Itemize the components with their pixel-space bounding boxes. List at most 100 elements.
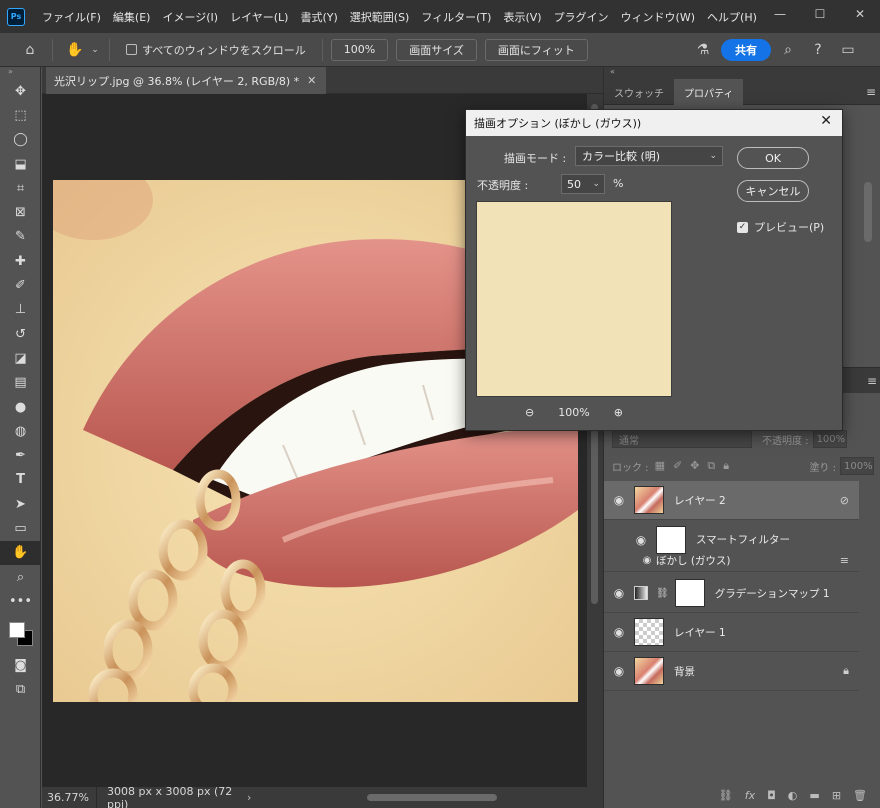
menu-layer[interactable]: レイヤー(L) xyxy=(224,9,294,25)
visibility-eye-icon[interactable]: ◉ xyxy=(604,625,634,639)
preview-checkbox[interactable]: ✓ プレビュー(P) xyxy=(737,219,824,235)
fill-field[interactable]: 100% xyxy=(840,457,874,475)
dodge-tool-icon[interactable]: ◍ xyxy=(0,419,41,443)
zoom-out-icon[interactable]: ⊖ xyxy=(525,406,534,419)
object-select-tool-icon[interactable]: ⬓ xyxy=(0,152,41,176)
scroll-all-windows-checkbox[interactable]: すべてのウィンドウをスクロール xyxy=(126,42,306,58)
horizontal-scroll-thumb[interactable] xyxy=(367,794,497,801)
new-group-icon[interactable]: ▬ xyxy=(809,789,819,802)
close-icon[interactable]: ✕ xyxy=(820,113,832,129)
healing-brush-tool-icon[interactable]: ✚ xyxy=(0,249,41,273)
horizontal-scrollbar[interactable] xyxy=(267,792,587,803)
quick-mask-icon[interactable]: ◙ xyxy=(0,654,41,678)
move-tool-icon[interactable]: ✥ xyxy=(0,79,41,103)
menu-view[interactable]: 表示(V) xyxy=(497,9,547,25)
share-button[interactable]: 共有 xyxy=(721,39,771,61)
checkbox-checked-icon[interactable]: ✓ xyxy=(737,221,748,233)
filter-row[interactable]: ◉ ぼかし (ガウス) ≡ xyxy=(604,550,859,572)
screen-mode-icon[interactable]: ⧉ xyxy=(0,678,41,702)
visibility-eye-icon[interactable]: ◉ xyxy=(638,555,656,566)
link-icon[interactable]: ⛓ xyxy=(656,588,669,599)
chevron-right-icon[interactable]: › xyxy=(247,791,263,804)
checkbox-box[interactable] xyxy=(126,44,137,55)
search-icon[interactable]: ⌕ xyxy=(777,39,799,61)
menu-plugins[interactable]: プラグイン xyxy=(548,9,615,25)
lock-all-icon[interactable]: 🔒︎ xyxy=(723,459,729,473)
delete-layer-icon[interactable]: 🗑︎ xyxy=(853,789,867,802)
chevron-down-icon[interactable]: ⌄ xyxy=(592,179,600,189)
new-layer-icon[interactable]: ⊞ xyxy=(832,789,841,802)
more-tools-icon[interactable]: ••• xyxy=(0,589,41,613)
menu-filter[interactable]: フィルター(T) xyxy=(415,9,497,25)
menu-image[interactable]: イメージ(I) xyxy=(156,9,224,25)
opacity-field[interactable]: 100% xyxy=(812,430,847,448)
menu-select[interactable]: 選択範囲(S) xyxy=(344,9,416,25)
workspace-icon[interactable]: ▭ xyxy=(837,39,859,61)
fx-icon[interactable]: fx xyxy=(745,789,755,802)
filter-options-icon[interactable]: ≡ xyxy=(840,554,849,567)
menu-help[interactable]: ヘルプ(H) xyxy=(701,9,763,25)
type-tool-icon[interactable]: T xyxy=(0,468,41,492)
blend-mode-dropdown[interactable]: カラー比較 (明) ⌄ xyxy=(575,146,723,166)
adjustment-layer-icon[interactable]: ◐ xyxy=(788,789,798,802)
help-icon[interactable]: ? xyxy=(807,39,829,61)
close-icon[interactable]: ✕ xyxy=(307,74,316,87)
properties-scroll-thumb[interactable] xyxy=(864,182,872,242)
panel-menu-icon[interactable]: ≡ xyxy=(866,85,876,99)
menu-file[interactable]: ファイル(F) xyxy=(36,9,107,25)
status-zoom[interactable]: 36.77% xyxy=(42,787,97,808)
lock-artboard-icon[interactable]: ⧉ xyxy=(707,459,715,473)
chevron-down-icon[interactable]: ⌄ xyxy=(89,36,101,64)
filter-preview[interactable] xyxy=(476,201,672,397)
visibility-eye-icon[interactable]: ◉ xyxy=(604,664,634,678)
zoom-100-button[interactable]: 100% xyxy=(330,38,389,61)
lasso-tool-icon[interactable]: ◯ xyxy=(0,128,41,152)
pen-tool-icon[interactable]: ✒ xyxy=(0,443,41,467)
home-icon[interactable]: ⌂ xyxy=(16,36,44,64)
eyedropper-tool-icon[interactable]: ✎ xyxy=(0,225,41,249)
zoom-in-icon[interactable]: ⊕ xyxy=(614,406,623,419)
gradient-tool-icon[interactable]: ▤ xyxy=(0,371,41,395)
fill-screen-button[interactable]: 画面にフィット xyxy=(484,38,588,61)
add-mask-icon[interactable]: ◘ xyxy=(767,789,776,802)
layer-row[interactable]: ◉ レイヤー 1 xyxy=(604,613,859,652)
blend-mode-select[interactable]: 通常 xyxy=(612,430,752,448)
maximize-icon[interactable]: ☐ xyxy=(800,0,840,28)
tab-swatches[interactable]: スウォッチ xyxy=(604,79,674,105)
menu-edit[interactable]: 編集(E) xyxy=(107,9,157,25)
layer-row[interactable]: ◉ レイヤー 2 ⊘ xyxy=(604,481,859,520)
layer-row[interactable]: ◉ 背景 🔒︎ xyxy=(604,652,859,691)
zoom-tool-icon[interactable]: ⌕ xyxy=(0,565,41,589)
lock-pixels-icon[interactable]: ✐ xyxy=(673,459,682,473)
menu-window[interactable]: ウィンドウ(W) xyxy=(615,9,701,25)
link-layers-icon[interactable]: ⛓ xyxy=(719,789,733,802)
visibility-eye-icon[interactable]: ◉ xyxy=(604,586,634,600)
panel-collapse-icon[interactable]: « xyxy=(604,67,880,79)
path-select-tool-icon[interactable]: ➤ xyxy=(0,492,41,516)
document-tab[interactable]: 光沢リップ.jpg @ 36.8% (レイヤー 2, RGB/8) * ✕ xyxy=(46,67,326,94)
hand-tool-preset-icon[interactable]: ✋ xyxy=(61,36,89,64)
fit-screen-button[interactable]: 画面サイズ xyxy=(396,38,477,61)
layer-row[interactable]: ◉ ⛓ グラデーションマップ 1 xyxy=(604,574,859,613)
frame-tool-icon[interactable]: ⊠ xyxy=(0,200,41,224)
ok-button[interactable]: OK xyxy=(737,147,809,169)
collapse-icon[interactable]: » xyxy=(0,67,40,79)
crop-tool-icon[interactable]: ⌗ xyxy=(0,176,41,200)
minimize-icon[interactable]: — xyxy=(760,0,800,28)
menu-type[interactable]: 書式(Y) xyxy=(294,9,343,25)
brush-tool-icon[interactable]: ✐ xyxy=(0,273,41,297)
rectangle-tool-icon[interactable]: ▭ xyxy=(0,516,41,540)
eraser-tool-icon[interactable]: ◪ xyxy=(0,346,41,370)
lock-transparent-icon[interactable]: ▦ xyxy=(655,459,665,473)
blur-tool-icon[interactable]: ● xyxy=(0,395,41,419)
window-close-icon[interactable]: ✕ xyxy=(840,0,880,28)
stamp-tool-icon[interactable]: ⊥ xyxy=(0,298,41,322)
opacity-input[interactable]: 50 ⌄ xyxy=(561,174,605,194)
cancel-button[interactable]: キャンセル xyxy=(737,180,809,202)
hand-tool-icon[interactable]: ✋ xyxy=(0,540,41,565)
visibility-eye-icon[interactable]: ◉ xyxy=(626,533,656,547)
flask-icon[interactable]: ⚗ xyxy=(692,39,714,61)
lock-position-icon[interactable]: ✥ xyxy=(690,459,699,473)
visibility-eye-icon[interactable]: ◉ xyxy=(604,493,634,507)
marquee-tool-icon[interactable]: ⬚ xyxy=(0,103,41,127)
